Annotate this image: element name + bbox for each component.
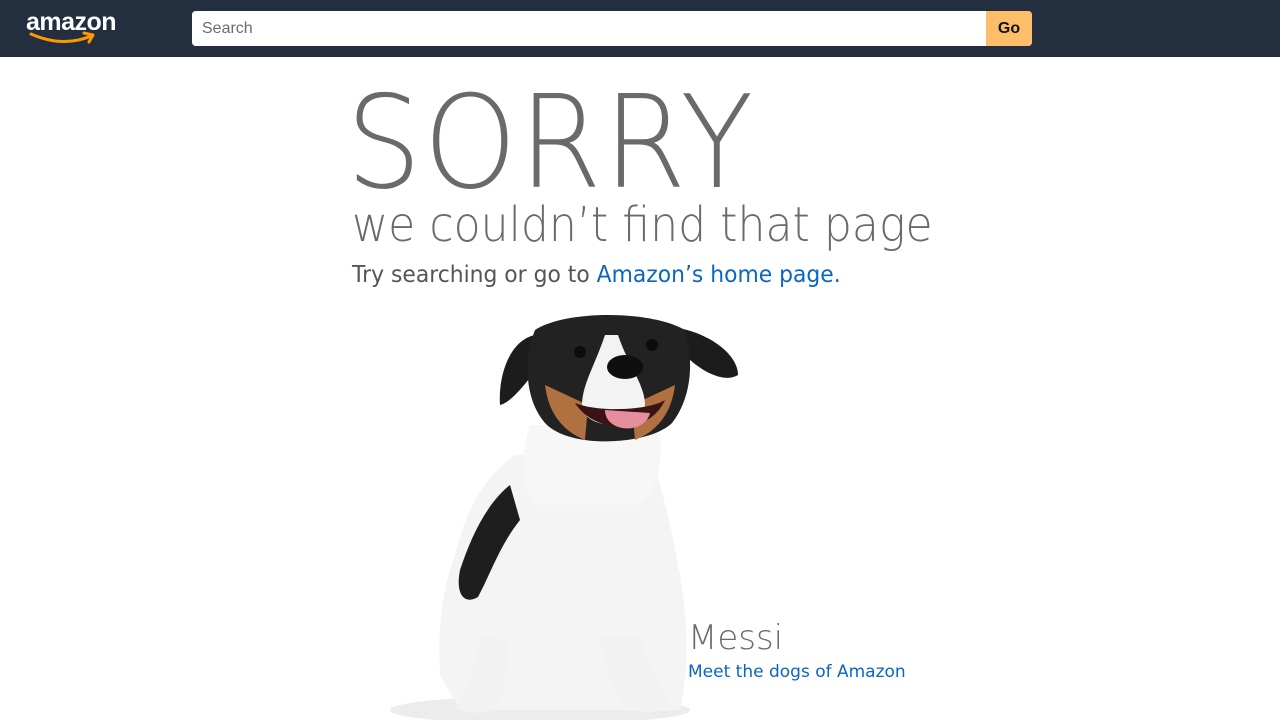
search-input[interactable]: [192, 11, 986, 46]
try-prefix: Try searching or go to: [352, 262, 597, 288]
try-searching-text: Try searching or go to Amazon’s home pag…: [352, 260, 841, 290]
dog-left-eye: [574, 346, 586, 358]
dog-name: Messi: [688, 618, 784, 658]
dog-nose: [607, 355, 643, 379]
home-page-link[interactable]: Amazon’s home page: [597, 262, 834, 288]
top-navigation-bar: amazon Go: [0, 0, 1280, 57]
smile-arrow-icon: [29, 31, 95, 44]
page-not-found-subtitle: we couldn’t find that page: [352, 197, 933, 253]
dog-right-eye: [646, 339, 658, 351]
try-suffix: .: [833, 262, 841, 288]
go-button[interactable]: Go: [986, 11, 1032, 46]
search-bar: Go: [192, 11, 1032, 46]
meet-the-dogs-link[interactable]: Meet the dogs of Amazon: [688, 660, 906, 684]
amazon-logo[interactable]: amazon: [26, 8, 126, 46]
sorry-headline: SORRY: [346, 69, 756, 218]
